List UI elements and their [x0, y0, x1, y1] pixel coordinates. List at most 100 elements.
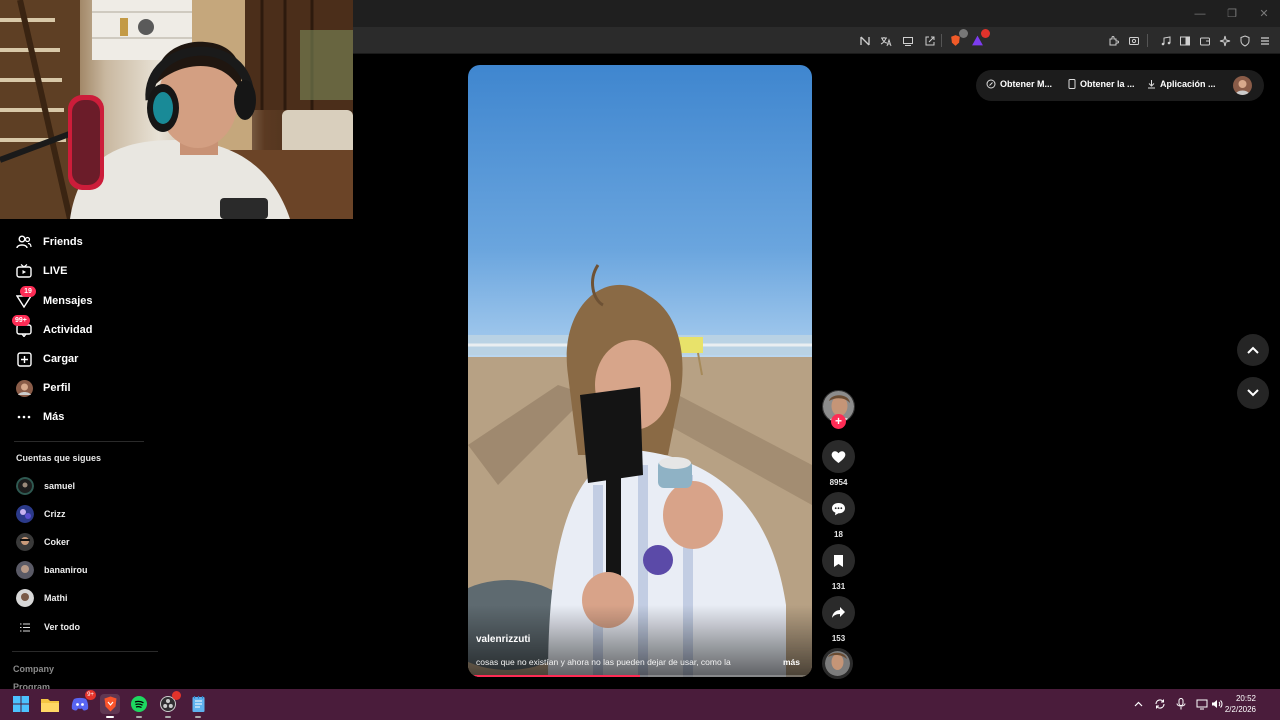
- heart-icon: [831, 450, 846, 463]
- follow-creator-button[interactable]: +: [831, 414, 846, 429]
- top-actions-bar: Obtener M... Obtener la ... Aplicación .…: [976, 70, 1264, 101]
- minimize-button[interactable]: —: [1184, 0, 1216, 27]
- display-icon[interactable]: [1195, 697, 1209, 711]
- brave-rewards-icon[interactable]: [969, 29, 990, 49]
- desktop-app-label: Aplicación ...: [1160, 79, 1216, 89]
- see-all-following[interactable]: Ver todo: [16, 617, 80, 637]
- nav-label-upload: Cargar: [43, 353, 79, 365]
- vpn-icon[interactable]: [1236, 32, 1253, 49]
- following-item-crizz[interactable]: Crizz: [16, 504, 66, 524]
- menu-icon[interactable]: [1256, 32, 1273, 49]
- toolbar-divider: [1147, 34, 1148, 47]
- following-name: Mathi: [44, 593, 68, 603]
- nav-item-profile[interactable]: Perfil: [14, 376, 154, 400]
- media-icon[interactable]: [1157, 32, 1174, 49]
- following-item-mathi[interactable]: Mathi: [16, 588, 68, 608]
- nav-item-more[interactable]: Más: [14, 405, 154, 429]
- brave-browser-icon[interactable]: [100, 694, 120, 718]
- share-icon: [832, 607, 845, 618]
- toolbar-divider: [941, 34, 942, 47]
- music-disc[interactable]: [822, 648, 853, 679]
- share-count: 153: [831, 634, 846, 643]
- obs-studio-icon[interactable]: [158, 691, 181, 718]
- footer-link-company[interactable]: Company: [13, 664, 54, 674]
- video-progress-bar[interactable]: [468, 675, 812, 677]
- nav-item-messages[interactable]: 19 Mensajes: [14, 286, 154, 313]
- notepad-icon[interactable]: [188, 694, 208, 718]
- upload-icon: [14, 349, 34, 369]
- brave-shields-icon[interactable]: [947, 29, 968, 49]
- extensions-icon[interactable]: [1105, 32, 1122, 49]
- avatar: [16, 477, 34, 495]
- nav-item-activity[interactable]: 99+ Actividad: [12, 315, 154, 342]
- spotify-icon[interactable]: [129, 694, 149, 718]
- save-action[interactable]: 131: [822, 544, 855, 591]
- nav-label-profile: Perfil: [43, 382, 71, 394]
- restore-button[interactable]: ❐: [1216, 0, 1248, 27]
- list-icon: [16, 622, 34, 632]
- rewards-badge: [981, 29, 990, 38]
- shields-badge: [959, 29, 968, 38]
- nav-item-upload[interactable]: Cargar: [14, 347, 154, 371]
- chevron-up-icon[interactable]: [1131, 697, 1145, 711]
- bookmark-icon: [834, 554, 843, 567]
- following-name: samuel: [44, 481, 76, 491]
- comment-icon: [832, 502, 845, 515]
- active-indicator: [106, 716, 114, 718]
- user-avatar[interactable]: [1233, 76, 1252, 95]
- profile-avatar: [14, 378, 34, 398]
- nav-item-live[interactable]: LIVE: [14, 259, 154, 283]
- video-player[interactable]: valenrizzuti cosas que no existían y aho…: [468, 65, 812, 677]
- video-more-link[interactable]: más: [783, 657, 800, 667]
- tiktok-extension-icon[interactable]: [856, 32, 873, 49]
- leo-ai-icon[interactable]: [1216, 32, 1233, 49]
- sidebar-divider: [12, 651, 158, 652]
- close-button[interactable]: ✕: [1248, 0, 1280, 27]
- system-clock[interactable]: 20:52 2/2/2026: [1225, 693, 1256, 715]
- wallet-icon[interactable]: [1196, 32, 1213, 49]
- footer-link-program[interactable]: Program: [13, 682, 50, 689]
- video-username[interactable]: valenrizzuti: [476, 634, 530, 645]
- previous-video-button[interactable]: [1237, 334, 1269, 366]
- following-item-bananirou[interactable]: bananirou: [16, 560, 88, 580]
- discord-icon[interactable]: 9+: [70, 690, 96, 714]
- comment-button[interactable]: [822, 492, 855, 525]
- save-button[interactable]: [822, 544, 855, 577]
- comment-action[interactable]: 18: [822, 492, 855, 539]
- volume-icon[interactable]: [1210, 697, 1224, 711]
- like-action[interactable]: 8954: [822, 440, 855, 487]
- get-app-button[interactable]: Obtener la ...: [1068, 79, 1135, 89]
- cast-icon[interactable]: [899, 32, 916, 49]
- webcam-overlay: [0, 0, 353, 219]
- get-coins-button[interactable]: Obtener M...: [986, 79, 1052, 89]
- share-button[interactable]: [822, 596, 855, 629]
- following-item-samuel[interactable]: samuel: [16, 476, 75, 496]
- sync-icon[interactable]: [1153, 697, 1167, 711]
- following-item-coker[interactable]: Coker: [16, 532, 70, 552]
- next-video-button[interactable]: [1237, 377, 1269, 409]
- windows-start-icon[interactable]: [11, 694, 31, 714]
- desktop-app-button[interactable]: Aplicación ...: [1147, 79, 1216, 89]
- nav-label-friends: Friends: [43, 236, 83, 248]
- activity-badge: 99+: [12, 315, 30, 326]
- share-page-icon[interactable]: [921, 32, 938, 49]
- get-app-label: Obtener la ...: [1080, 79, 1135, 89]
- nav-item-friends[interactable]: Friends: [14, 230, 154, 254]
- like-button[interactable]: [822, 440, 855, 473]
- video-frame-image: [468, 264, 812, 677]
- file-explorer-icon[interactable]: [40, 694, 60, 714]
- microphone-icon[interactable]: [1174, 697, 1188, 711]
- following-name: bananirou: [44, 565, 88, 575]
- download-icon: [1148, 80, 1155, 89]
- following-title: Cuentas que sigues: [16, 453, 102, 463]
- sidebar-toggle-icon[interactable]: [1176, 32, 1193, 49]
- following-name: Crizz: [44, 509, 66, 519]
- avatar: [16, 505, 34, 523]
- translate-icon[interactable]: [877, 32, 894, 49]
- comment-count: 18: [834, 530, 843, 539]
- avatar: [16, 589, 34, 607]
- share-action[interactable]: 153: [822, 596, 855, 643]
- video-description: cosas que no existían y ahora no las pue…: [476, 657, 731, 667]
- screenshot-icon[interactable]: [1125, 32, 1142, 49]
- avatar: [16, 561, 34, 579]
